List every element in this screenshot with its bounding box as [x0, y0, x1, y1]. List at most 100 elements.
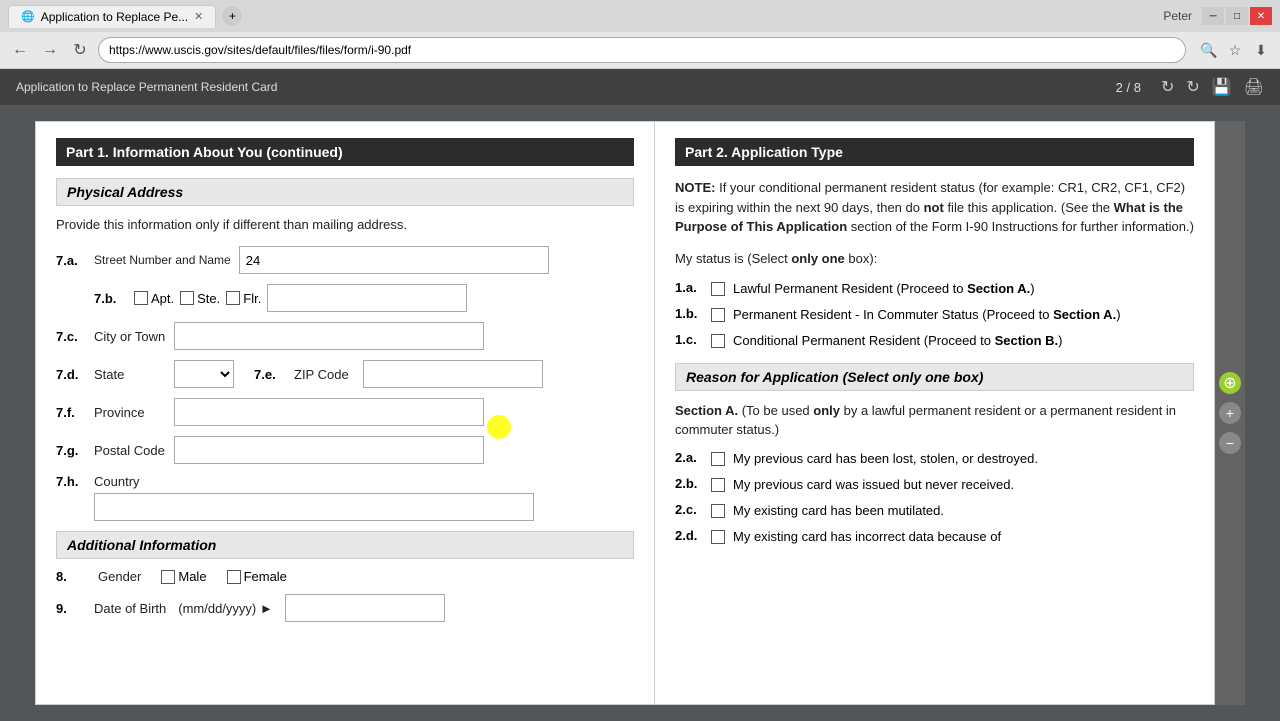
status-select-end: box): — [848, 251, 877, 266]
field-7d-number: 7.d. — [56, 367, 88, 382]
field-7g-input[interactable] — [174, 436, 484, 464]
win-user-label: Peter — [1163, 9, 1192, 23]
reason-2a-number: 2.a. — [675, 450, 703, 465]
field-9-input[interactable] — [285, 594, 445, 622]
note-label: NOTE: — [675, 180, 715, 195]
maximize-button[interactable]: □ — [1226, 7, 1248, 25]
reason-2a-row: 2.a. My previous card has been lost, sto… — [675, 450, 1194, 468]
field-8-row: 8. Gender Male Female — [56, 569, 634, 584]
tab-close-button[interactable]: ✕ — [194, 10, 203, 23]
field-7c-label: City or Town — [94, 329, 165, 344]
scroll-center-button[interactable]: ⊕ — [1219, 372, 1241, 394]
apt-ste-flr-row: Apt. Ste. Flr. — [134, 284, 467, 312]
reason-2c-text: My existing card has been mutilated. — [733, 502, 944, 520]
additional-info-section: Additional Information 8. Gender Male Fe… — [56, 531, 634, 622]
pdf-toolbar: Application to Replace Permanent Residen… — [0, 69, 1280, 105]
status-1c-checkbox[interactable] — [711, 334, 725, 348]
status-1a-checkbox[interactable] — [711, 282, 725, 296]
scroll-plus-button[interactable]: + — [1219, 402, 1241, 424]
field-7g-number: 7.g. — [56, 443, 88, 458]
flr-checkbox[interactable] — [226, 291, 240, 305]
apt-label: Apt. — [151, 291, 174, 306]
field-7f-input[interactable] — [174, 398, 484, 426]
reason-2d-checkbox[interactable] — [711, 530, 725, 544]
browser-tab[interactable]: 🌐 Application to Replace Pe... ✕ — [8, 5, 216, 28]
download-icon[interactable]: ⬇ — [1250, 39, 1272, 61]
apt-checkbox[interactable] — [134, 291, 148, 305]
note-bold1: not — [924, 200, 944, 215]
pdf-print-button[interactable]: 🖨 — [1244, 77, 1264, 97]
reason-2b-checkbox[interactable] — [711, 478, 725, 492]
reason-2a-checkbox[interactable] — [711, 452, 725, 466]
field-7e-input[interactable] — [363, 360, 543, 388]
female-checkbox[interactable] — [227, 570, 241, 584]
pdf-controls: ↻ ↻ 💾 🖨 — [1161, 77, 1264, 97]
reason-2d-row: 2.d. My existing card has incorrect data… — [675, 528, 1194, 546]
left-panel: Part 1. Information About You (continued… — [35, 121, 655, 705]
new-tab-button[interactable]: + — [222, 6, 242, 26]
pdf-prev-button[interactable]: ↻ — [1186, 77, 1199, 97]
reason-2b-text: My previous card was issued but never re… — [733, 476, 1014, 494]
back-button[interactable]: ← — [8, 38, 32, 62]
pdf-refresh-button[interactable]: ↻ — [1161, 77, 1174, 97]
browser-chrome: 🌐 Application to Replace Pe... ✕ + Peter… — [0, 0, 1280, 69]
status-select-note: (Select — [747, 251, 791, 266]
note-text3: section of the Form I-90 Instructions fo… — [851, 219, 1194, 234]
ste-checkbox[interactable] — [180, 291, 194, 305]
star-icon[interactable]: ☆ — [1224, 39, 1246, 61]
close-button[interactable]: ✕ — [1250, 7, 1272, 25]
ste-label: Ste. — [197, 291, 220, 306]
reason-2b-number: 2.b. — [675, 476, 703, 491]
field-8-label: Gender — [98, 569, 141, 584]
field-7c-row: 7.c. City or Town — [56, 322, 634, 350]
male-checkbox-item: Male — [161, 569, 216, 584]
reason-2c-checkbox[interactable] — [711, 504, 725, 518]
scroll-minus-button[interactable]: − — [1219, 432, 1241, 454]
field-7f-number: 7.f. — [56, 405, 88, 420]
status-1a-row: 1.a. Lawful Permanent Resident (Proceed … — [675, 280, 1194, 298]
refresh-button[interactable]: ↻ — [68, 38, 92, 62]
field-7c-number: 7.c. — [56, 329, 88, 344]
navigation-bar: ← → ↻ 🔍 ☆ ⬇ — [0, 32, 1280, 68]
field-7a-row: 7.a. Street Number and Name — [56, 246, 634, 274]
section-a-bold: only — [813, 403, 840, 418]
status-1a-number: 1.a. — [675, 280, 703, 295]
field-7a-input[interactable] — [239, 246, 549, 274]
field-7b-number: 7.b. — [94, 291, 126, 306]
male-checkbox[interactable] — [161, 570, 175, 584]
status-1b-number: 1.b. — [675, 306, 703, 321]
field-7e-number: 7.e. — [254, 367, 286, 382]
reason-2d-number: 2.d. — [675, 528, 703, 543]
field-7b-row: 7.b. Apt. Ste. Flr. — [94, 284, 634, 312]
field-7a-label: Street Number and Name — [94, 253, 231, 267]
field-7e-label: ZIP Code — [294, 367, 349, 382]
female-checkbox-item: Female — [227, 569, 287, 584]
physical-address-header: Physical Address — [56, 178, 634, 206]
pdf-save-button[interactable]: 💾 — [1212, 77, 1232, 97]
field-7b-input[interactable] — [267, 284, 467, 312]
field-7d-label: State — [94, 367, 124, 382]
pdf-title: Application to Replace Permanent Residen… — [16, 80, 1116, 94]
status-1a-text: Lawful Permanent Resident (Proceed to Se… — [733, 280, 1035, 298]
field-7f-label: Province — [94, 405, 145, 420]
status-intro: My status is (Select only one box): — [675, 249, 1194, 269]
section-a-text1: (To be used — [742, 403, 814, 418]
field-7h-input[interactable] — [94, 493, 534, 521]
status-select-bold: only one — [791, 251, 844, 266]
status-1c-number: 1.c. — [675, 332, 703, 347]
field-7a-number: 7.a. — [56, 253, 88, 268]
section-a-label: Section A. — [675, 403, 738, 418]
field-7d-7e-row: 7.d. State ALAKAZAR CACOCTDE FLGAHIID IL… — [56, 360, 634, 388]
field-7c-input[interactable] — [174, 322, 484, 350]
reason-header: Reason for Application (Select only one … — [675, 363, 1194, 391]
tab-title: Application to Replace Pe... — [41, 10, 188, 24]
forward-button[interactable]: → — [38, 38, 62, 62]
search-icon[interactable]: 🔍 — [1198, 39, 1220, 61]
field-7d-state-select[interactable]: ALAKAZAR CACOCTDE FLGAHIID ILINIAKS KYLA… — [174, 360, 234, 388]
reason-2c-row: 2.c. My existing card has been mutilated… — [675, 502, 1194, 520]
minimize-button[interactable]: ─ — [1202, 7, 1224, 25]
address-bar[interactable] — [98, 37, 1186, 63]
status-1b-checkbox[interactable] — [711, 308, 725, 322]
note-text: NOTE: If your conditional permanent resi… — [675, 178, 1194, 237]
flr-checkbox-item: Flr. — [226, 291, 261, 306]
